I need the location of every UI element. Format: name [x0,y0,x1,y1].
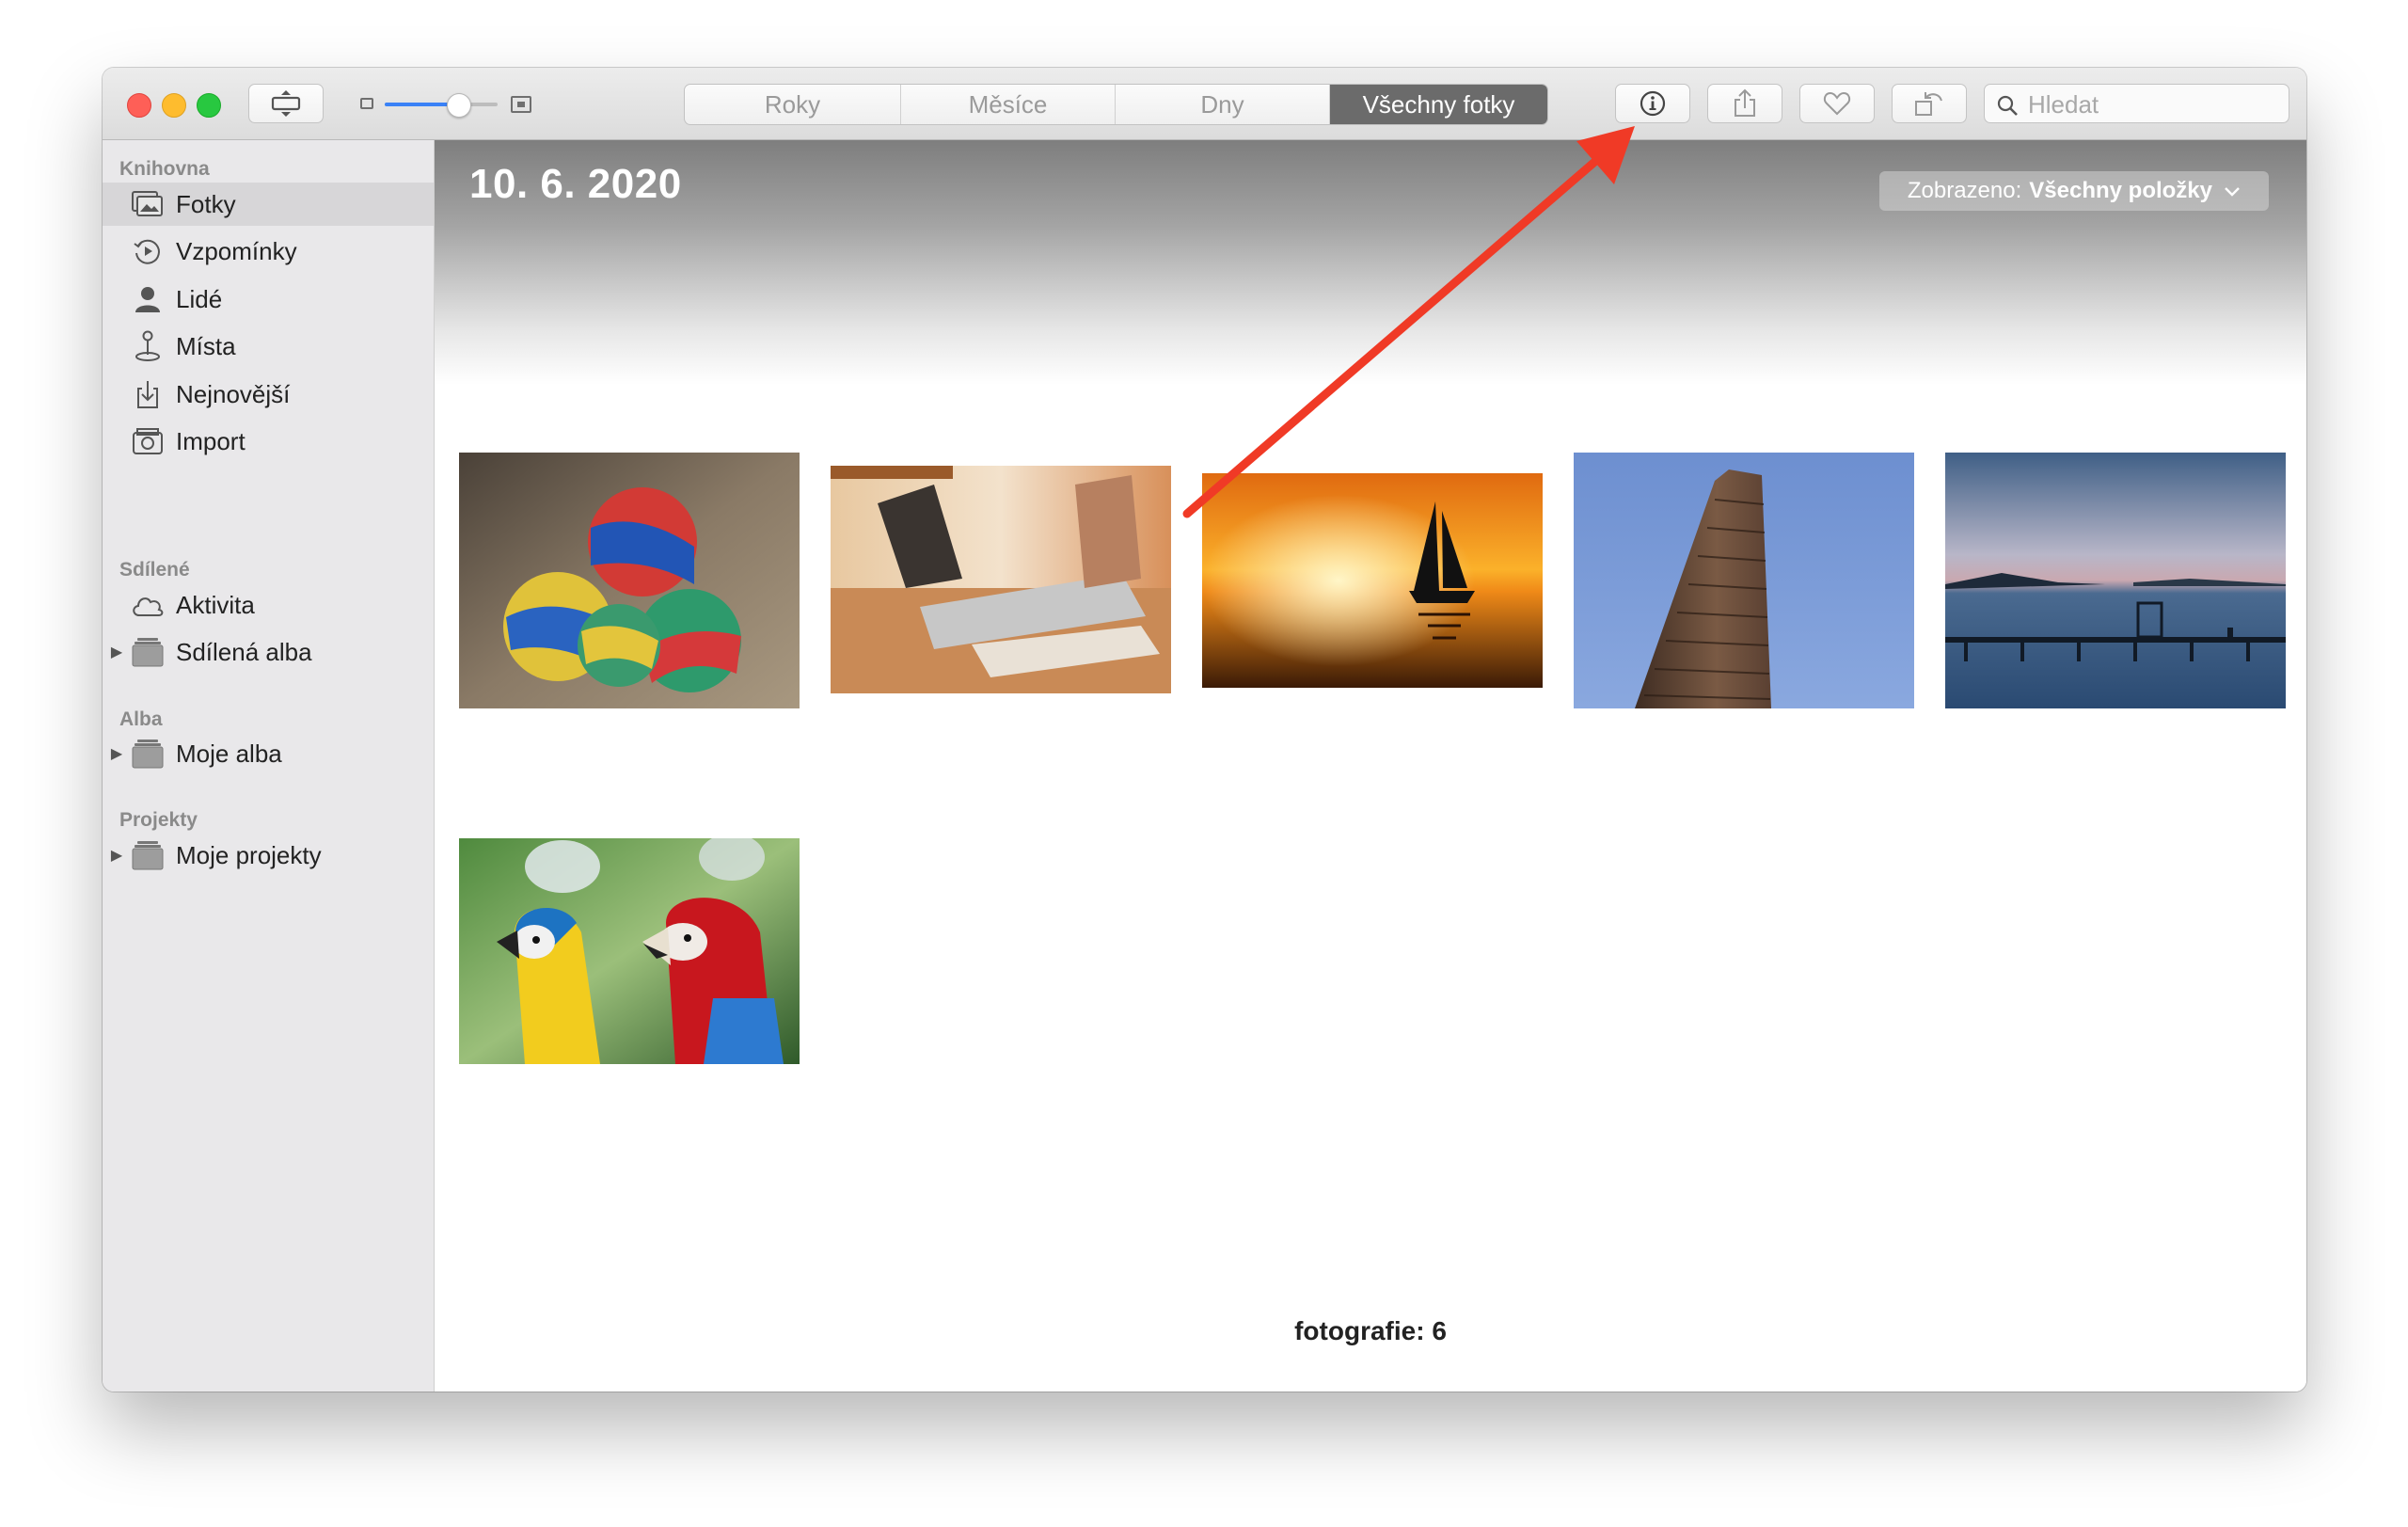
sidebar-item-my-projects[interactable]: ▶ Moje projekty [103,834,434,877]
sidebar-section-shared: Sdílené [119,559,190,581]
date-header: 10. 6. 2020 Zobrazeno: Všechny položky [435,140,2306,385]
photos-library-icon [131,189,165,219]
photo-count: fotografie: 6 [1294,1316,1447,1345]
share-icon [1732,88,1758,119]
disclosure-triangle-icon[interactable]: ▶ [103,643,131,661]
tab-years[interactable]: Roky [685,85,901,124]
favorite-button[interactable] [1799,84,1875,123]
sidebar-item-label: Vzpomínky [176,236,297,265]
maximize-window-button[interactable] [197,93,221,118]
showing-filter-button[interactable]: Zobrazeno: Všechny položky [1878,171,2269,211]
sidebar-section-projects: Projekty [119,809,198,831]
map-pin-icon [131,330,165,361]
memories-icon [131,236,165,266]
sidebar-item-label: Sdílená alba [176,637,312,666]
sidebar-item-label: Moje alba [176,739,282,768]
sidebar-item-label: Import [176,426,246,455]
photo-thumbnail-parrots[interactable] [459,838,800,1064]
sidebar-item-label: Moje projekty [176,840,322,869]
sidebar-item-shared-albums[interactable]: ▶ Sdílená alba [103,630,434,674]
sidebar: Knihovna Fotky Vzpomínky Lidé Místa Nejn… [103,140,435,1392]
date-title: 10. 6. 2020 [469,161,682,207]
album-stack-icon [131,739,165,769]
view-tabs: Roky Měsíce Dny Všechny fotky [684,84,1548,125]
album-stack-icon [131,637,165,667]
sidebar-item-places[interactable]: Místa [103,325,434,368]
cloud-icon [131,590,165,620]
download-tray-icon [131,379,165,409]
photo-thumbnail-laptop[interactable] [831,466,1171,693]
sidebar-section-albums: Alba [119,708,163,730]
sidebar-item-my-albums[interactable]: ▶ Moje alba [103,732,434,775]
rotate-button[interactable] [1892,84,1967,123]
toolbar: Roky Měsíce Dny Všechny fotky [103,68,2306,140]
disclosure-triangle-icon[interactable]: ▶ [103,846,131,865]
sidebar-item-label: Aktivita [176,590,255,619]
heart-icon [1823,91,1851,116]
sidebar-item-label: Lidé [176,284,223,313]
person-icon [131,284,165,314]
search-field[interactable] [1984,84,2289,123]
sidebar-item-label: Místa [176,331,236,360]
tab-days[interactable]: Dny [1116,85,1330,124]
photo-thumbnail-sailboat-sunset[interactable] [1202,473,1543,688]
sidebar-item-photos[interactable]: Fotky [103,183,434,226]
rotate-icon [1913,89,1945,118]
info-icon [1639,89,1667,118]
sidebar-toggle-icon [270,89,302,118]
share-button[interactable] [1707,84,1782,123]
minimize-window-button[interactable] [162,93,186,118]
sidebar-item-import[interactable]: Import [103,420,434,463]
large-thumbnail-icon [511,96,531,113]
showing-label: Zobrazeno: [1907,178,2022,203]
sidebar-item-activity[interactable]: Aktivita [103,583,434,627]
photo-thumbnail-juggling-balls[interactable] [459,453,800,708]
sidebar-item-memories[interactable]: Vzpomínky [103,230,434,273]
tab-all-photos[interactable]: Všechny fotky [1330,85,1547,124]
photo-thumbnail-pier-lake[interactable] [1945,453,2286,708]
sidebar-item-people[interactable]: Lidé [103,278,434,321]
close-window-button[interactable] [127,93,151,118]
small-thumbnail-icon [360,98,373,109]
sidebar-item-label: Fotky [176,189,236,218]
disclosure-triangle-icon[interactable]: ▶ [103,744,131,763]
info-button[interactable] [1615,84,1690,123]
photo-thumbnail-flatiron-building[interactable] [1574,453,1914,708]
camera-icon [131,426,165,456]
zoom-slider-knob[interactable] [447,93,471,118]
album-stack-icon [131,840,165,870]
photo-grid-area: 10. 6. 2020 Zobrazeno: Všechny položky f… [435,140,2306,1392]
zoom-slider[interactable] [349,88,535,119]
showing-value: Všechny položky [2029,178,2212,203]
sidebar-toggle-button[interactable] [248,84,324,123]
photos-window: Roky Měsíce Dny Všechny fotky Hledat Kni… [103,68,2306,1392]
sidebar-section-library: Knihovna [119,158,210,180]
search-input[interactable] [2026,88,2284,120]
sidebar-item-recent[interactable]: Nejnovější [103,373,434,416]
sidebar-item-label: Nejnovější [176,379,291,408]
tab-months[interactable]: Měsíce [901,85,1116,124]
chevron-down-icon [2212,178,2241,204]
